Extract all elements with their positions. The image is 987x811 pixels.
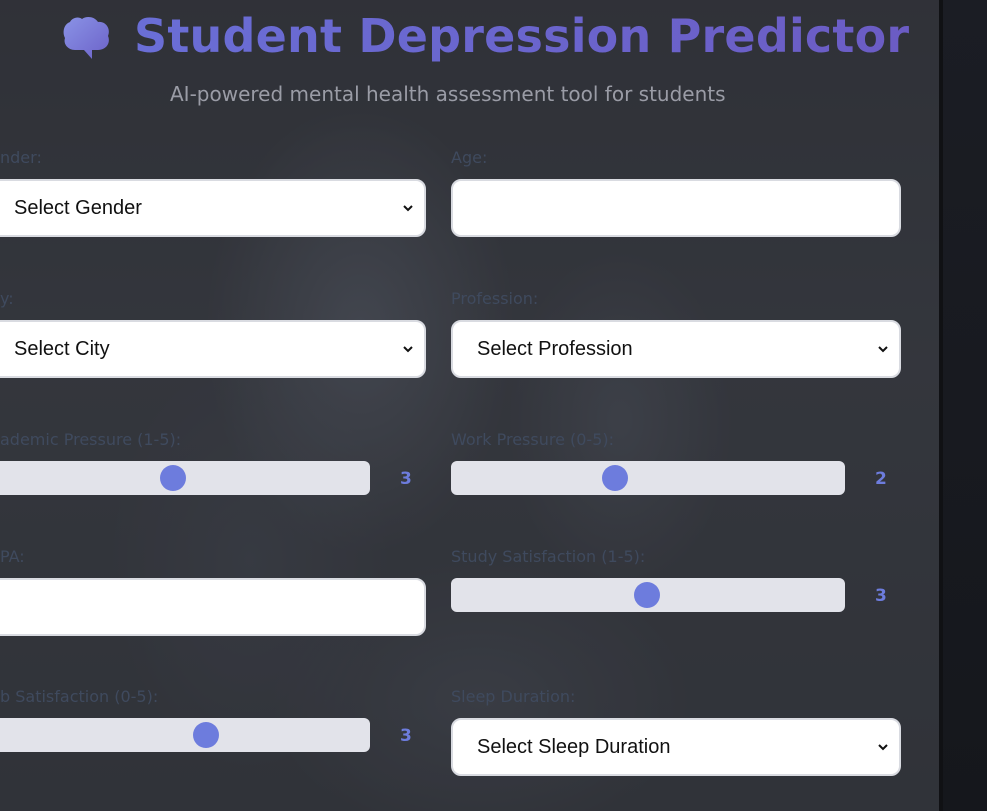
- title-text: Student Depression Predictor: [134, 9, 910, 63]
- chevron-down-icon: [403, 205, 413, 212]
- job-satisfaction-label: b Satisfaction (0-5):: [0, 687, 159, 706]
- age-input[interactable]: [451, 179, 901, 237]
- gender-select[interactable]: Select Gender: [0, 179, 426, 237]
- work-pressure-slider[interactable]: [451, 461, 845, 495]
- sleep-duration-label: Sleep Duration:: [451, 687, 576, 706]
- job-satisfaction-slider[interactable]: [0, 718, 370, 752]
- academic-pressure-label: ademic Pressure (1-5):: [0, 430, 182, 449]
- city-select-value: Select City: [14, 337, 110, 360]
- slider-thumb[interactable]: [193, 722, 219, 748]
- page-title: Student Depression Predictor: [60, 6, 909, 66]
- profession-label: Profession:: [451, 289, 539, 308]
- chevron-down-icon: [403, 346, 413, 353]
- city-select[interactable]: Select City: [0, 320, 426, 378]
- slider-thumb[interactable]: [634, 582, 660, 608]
- job-satisfaction-value: 3: [400, 726, 412, 746]
- chevron-down-icon: [878, 346, 888, 353]
- slider-thumb[interactable]: [160, 465, 186, 491]
- cgpa-label: PA:: [0, 547, 25, 566]
- gender-select-value: Select Gender: [14, 196, 142, 219]
- sleep-duration-select-value: Select Sleep Duration: [477, 735, 671, 758]
- academic-pressure-value: 3: [400, 469, 412, 489]
- work-pressure-label: Work Pressure (0-5):: [451, 430, 615, 449]
- page-edge: [939, 0, 987, 811]
- profession-select-value: Select Profession: [477, 337, 633, 360]
- study-satisfaction-value: 3: [875, 586, 887, 606]
- study-satisfaction-label: Study Satisfaction (1-5):: [451, 547, 646, 566]
- brain-icon: [63, 17, 109, 59]
- academic-pressure-slider[interactable]: [0, 461, 370, 495]
- gender-label: nder:: [0, 148, 42, 167]
- work-pressure-value: 2: [875, 469, 887, 489]
- chevron-down-icon: [878, 744, 888, 751]
- cgpa-input[interactable]: [0, 578, 426, 636]
- profession-select[interactable]: Select Profession: [451, 320, 901, 378]
- city-label: y:: [0, 289, 14, 308]
- sleep-duration-select[interactable]: Select Sleep Duration: [451, 718, 901, 776]
- subtitle: AI-powered mental health assessment tool…: [170, 82, 726, 106]
- slider-thumb[interactable]: [602, 465, 628, 491]
- study-satisfaction-slider[interactable]: [451, 578, 845, 612]
- age-label: Age:: [451, 148, 488, 167]
